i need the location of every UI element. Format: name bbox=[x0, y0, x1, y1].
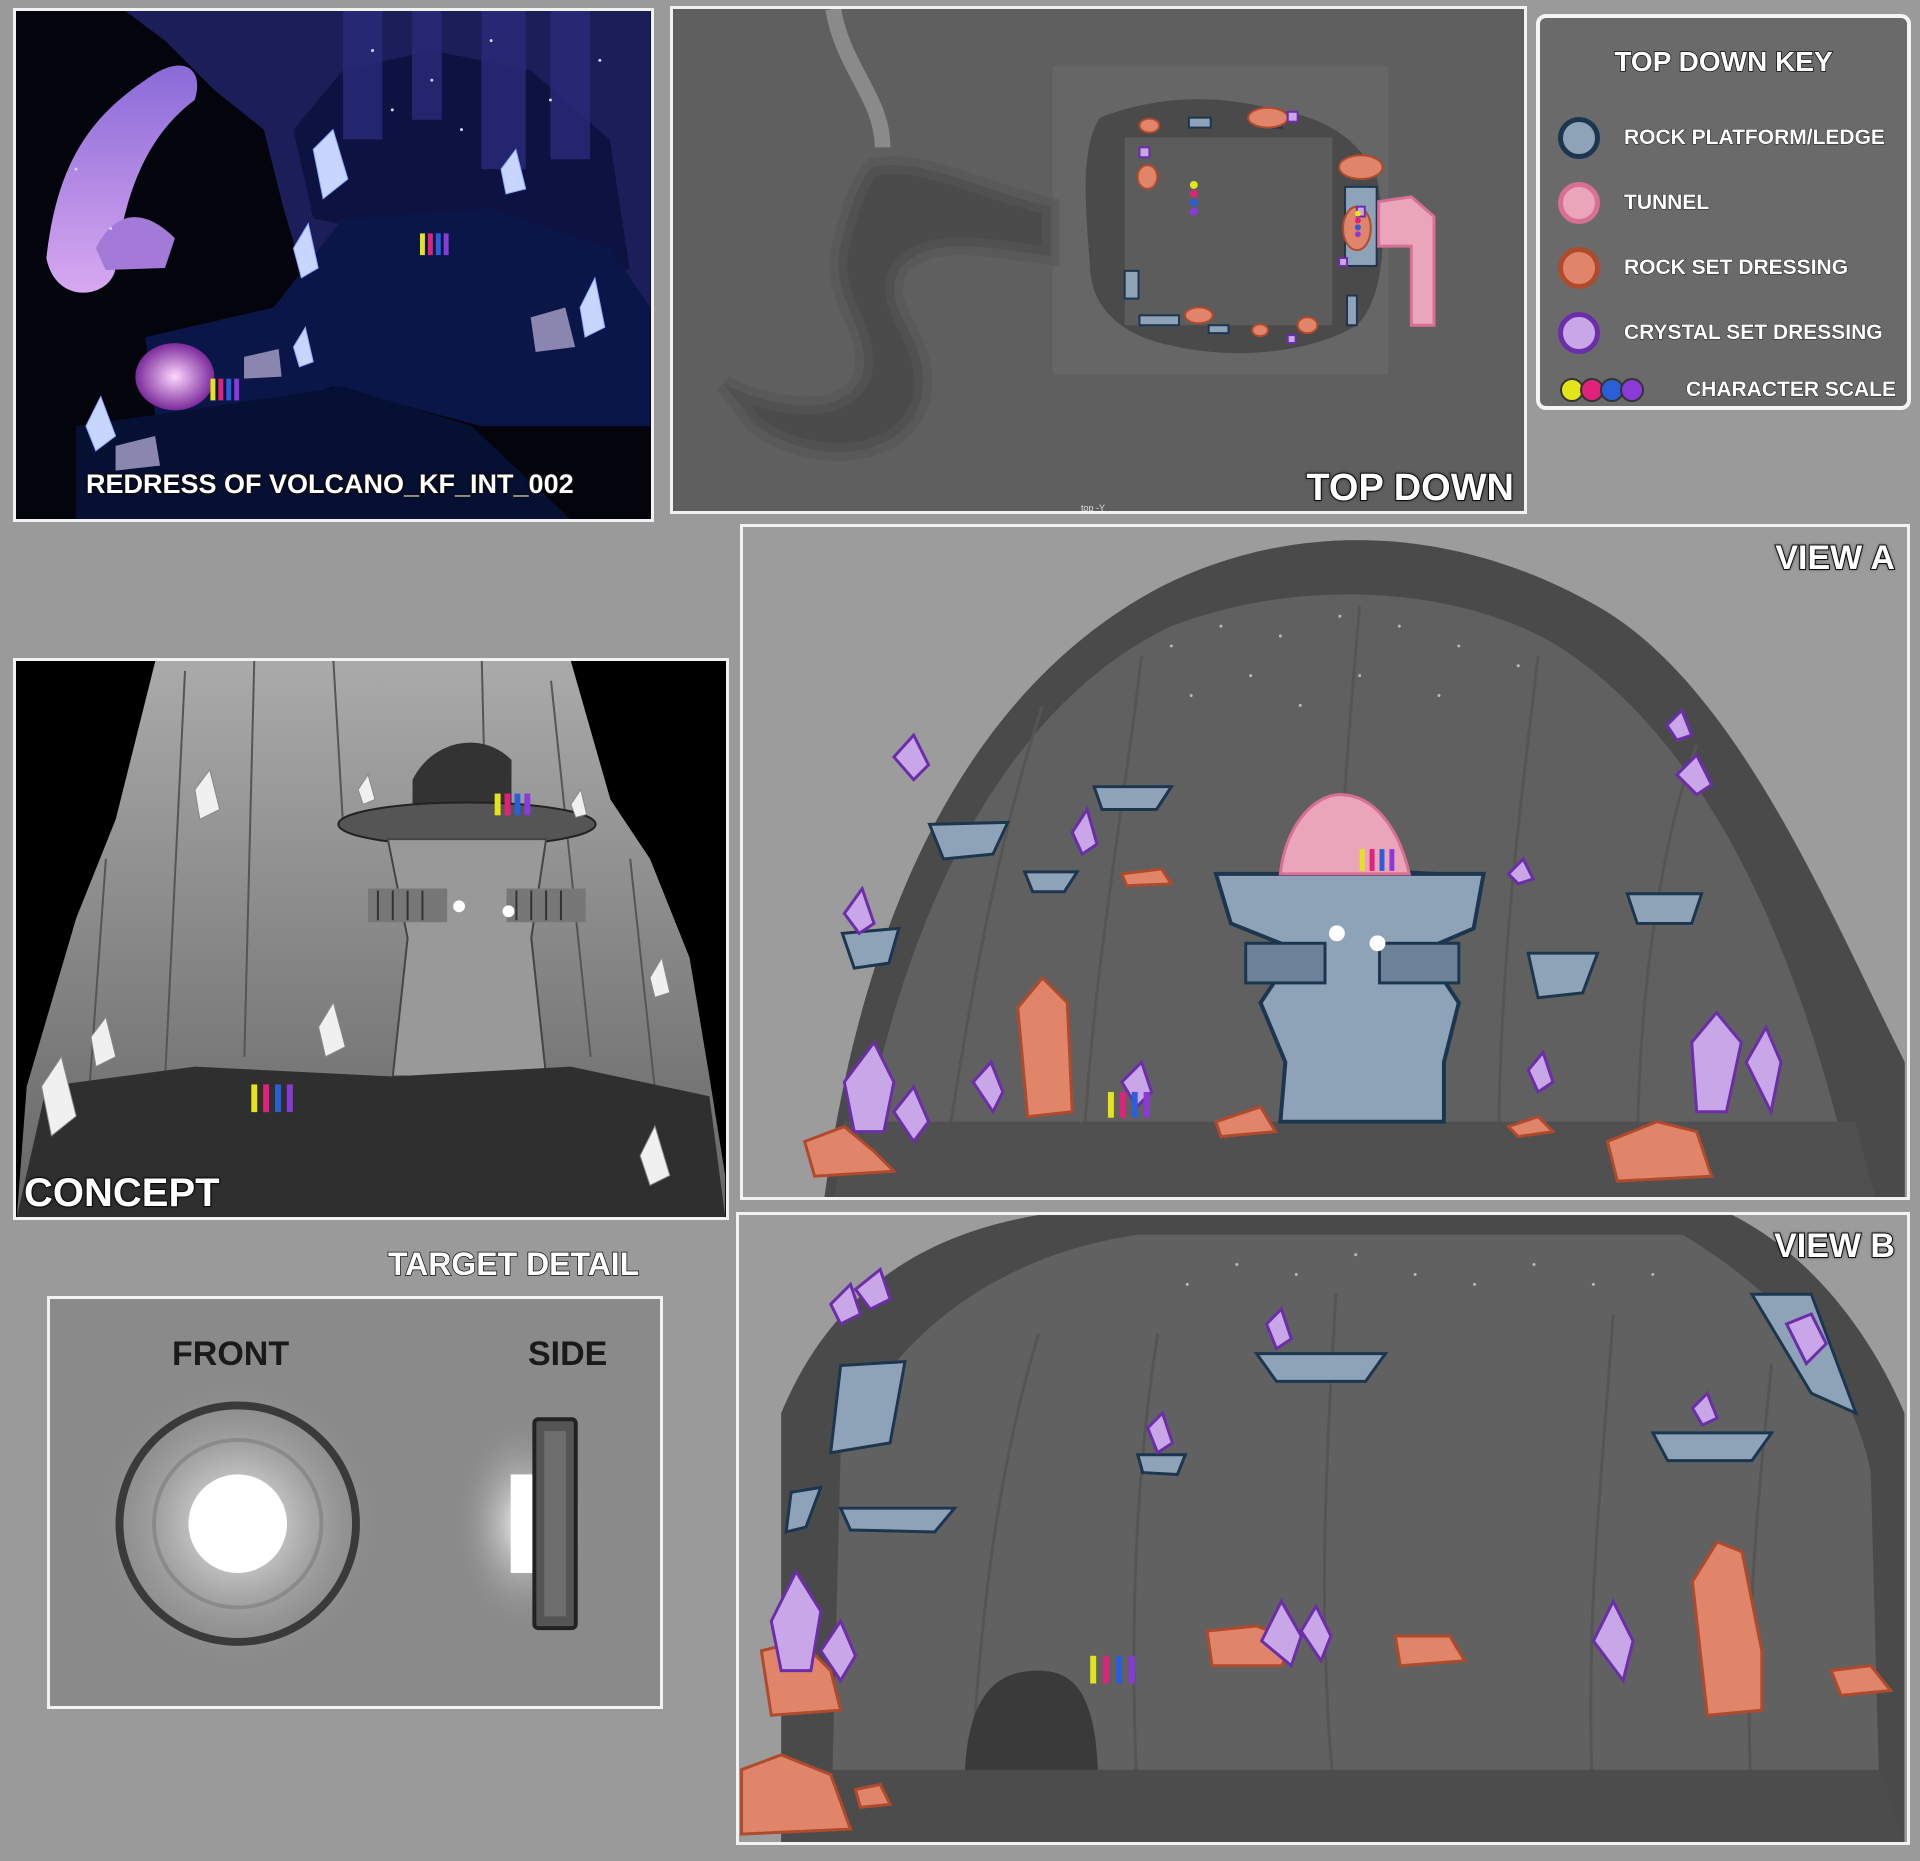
concept-panel: CONCEPT bbox=[13, 658, 729, 1220]
key-label: TUNNEL bbox=[1623, 191, 1710, 215]
key-label: CRYSTAL SET DRESSING bbox=[1624, 321, 1884, 345]
view-a-illustration bbox=[745, 527, 1905, 1197]
redress-illustration bbox=[16, 11, 651, 519]
top-down-small-label: top -Y bbox=[1081, 503, 1106, 513]
target-detail-title: TARGET DETAIL bbox=[387, 1245, 640, 1283]
front-label: FRONT bbox=[172, 1335, 290, 1373]
key-row-rock-platform: ROCK PLATFORM/LEDGE bbox=[1558, 110, 1885, 166]
key-title: TOP DOWN KEY bbox=[1614, 45, 1834, 78]
key-label: ROCK PLATFORM/LEDGE bbox=[1624, 126, 1886, 150]
key-row-crystal-set-dressing: CRYSTAL SET DRESSING bbox=[1558, 305, 1883, 361]
key-label: CHARACTER SCALE bbox=[1686, 378, 1897, 402]
crystal-set-dressing-swatch-icon bbox=[1558, 312, 1600, 354]
key-label: ROCK SET DRESSING bbox=[1623, 256, 1849, 280]
key-row-rock-set-dressing: ROCK SET DRESSING bbox=[1558, 240, 1849, 296]
concept-illustration bbox=[16, 661, 726, 1217]
view-b-panel: VIEW B bbox=[736, 1212, 1910, 1845]
key-row-character-scale: CHARACTER SCALE bbox=[1558, 362, 1897, 406]
redress-caption: REDRESS OF VOLCANO_KF_INT_002 bbox=[85, 468, 575, 500]
top-down-panel: top -Y TOP DOWN bbox=[670, 6, 1527, 514]
top-down-caption: TOP DOWN bbox=[1305, 466, 1515, 510]
top-down-key: TOP DOWN KEY ROCK PLATFORM/LEDGE TUNNEL … bbox=[1536, 14, 1911, 410]
rock-set-dressing-swatch-icon bbox=[1558, 247, 1600, 289]
view-b-illustration bbox=[740, 1215, 1905, 1842]
side-label: SIDE bbox=[528, 1335, 608, 1373]
view-a-caption: VIEW A bbox=[1774, 538, 1896, 578]
key-row-tunnel: TUNNEL bbox=[1558, 175, 1710, 231]
top-down-map bbox=[675, 9, 1522, 511]
rock-platform-swatch-icon bbox=[1558, 117, 1600, 159]
character-scale-dots-icon bbox=[1560, 378, 1644, 402]
redress-panel: REDRESS OF VOLCANO_KF_INT_002 bbox=[13, 8, 654, 522]
view-b-caption: VIEW B bbox=[1773, 1226, 1896, 1266]
target-detail-panel: FRONT SIDE bbox=[47, 1296, 663, 1709]
tunnel-swatch-icon bbox=[1558, 182, 1600, 224]
view-a-panel: VIEW A bbox=[740, 524, 1910, 1200]
concept-caption: CONCEPT bbox=[23, 1170, 221, 1216]
